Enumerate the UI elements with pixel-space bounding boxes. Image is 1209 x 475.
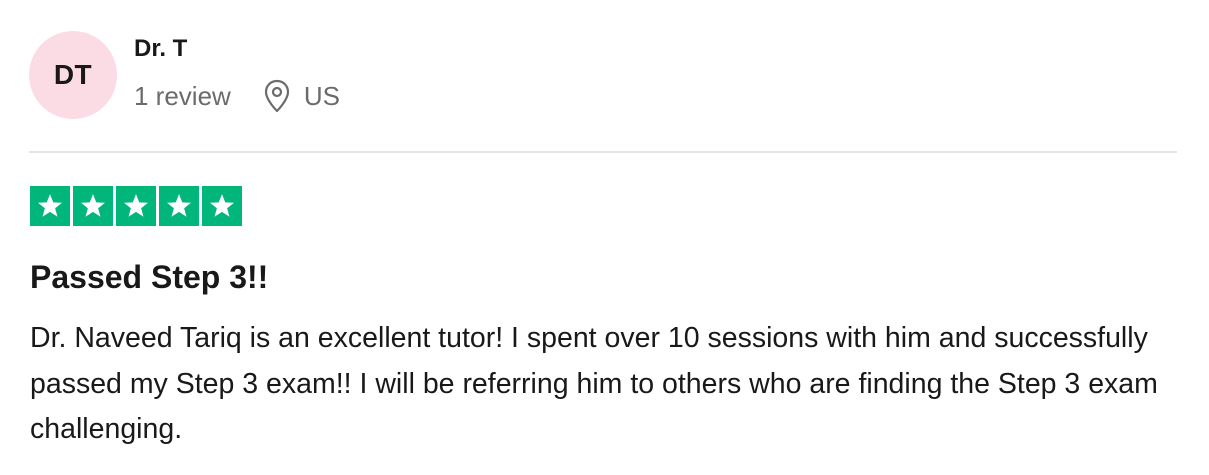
review-body: Dr. Naveed Tariq is an excellent tutor! … [30,322,1158,445]
reviewer-name[interactable]: Dr. T [134,34,187,64]
divider [29,151,1177,153]
reviewer-meta: 1 review US [134,79,340,113]
star-icon [73,186,113,226]
review-count: 1 review [134,80,231,111]
star-rating [30,186,242,226]
star-icon [30,186,70,226]
review-title[interactable]: Passed Step 3!! [30,257,268,297]
reviewer-location: US [303,80,340,111]
location-pin-icon [263,79,291,113]
review-card: DT Dr. T 1 review US Passed Step 3!! Dr.… [0,0,1209,475]
avatar-initials: DT [53,59,93,90]
star-icon [116,186,156,226]
avatar[interactable]: DT [29,31,117,119]
star-icon [202,186,242,226]
star-icon [159,186,199,226]
